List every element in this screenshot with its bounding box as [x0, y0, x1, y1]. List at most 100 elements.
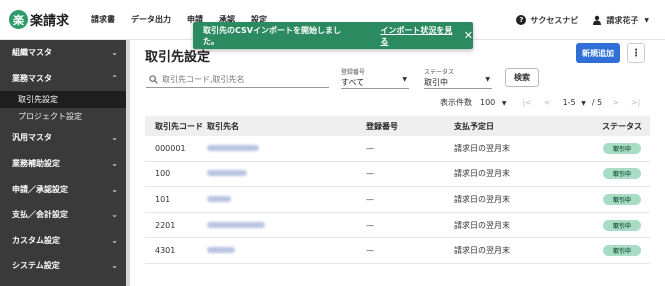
sidebar-item-business-master[interactable]: 業務マスタ ⌃ — [0, 66, 126, 92]
table-row[interactable]: 000001 — 請求日の翌月末 取引中 — [145, 136, 650, 162]
sidebar-item-label: 業務マスタ — [12, 73, 52, 83]
cell-status: 取引中 — [594, 193, 650, 205]
page-range-select[interactable]: 1-5 ▼ — [563, 98, 586, 107]
first-page-icon[interactable]: |< — [522, 98, 531, 107]
sidebar-item-project-settings[interactable]: プロジェクト設定 — [0, 108, 126, 125]
chevron-down-icon: ⌄ — [111, 261, 118, 271]
sidebar-item-label: 汎用マスタ — [12, 133, 52, 143]
status-badge: 取引中 — [603, 142, 641, 154]
user-menu[interactable]: 請求花子 ▼ — [592, 15, 649, 26]
col-header-registration[interactable]: 登録番号 — [366, 121, 454, 132]
select-label: 登録番号 — [341, 69, 366, 76]
col-header-code[interactable]: 取引先コード — [145, 121, 207, 132]
table-row[interactable]: 2201 — 請求日の翌月末 取引中 — [145, 213, 650, 239]
sidebar-item-payment-settings[interactable]: 支払／会計設定 ⌄ — [0, 202, 126, 228]
sidebar-item-label: 申請／承認設定 — [12, 184, 68, 194]
sidebar-item-approval-settings[interactable]: 申請／承認設定 ⌄ — [0, 176, 126, 202]
cell-code: 101 — [155, 194, 171, 204]
redacted-name — [207, 170, 247, 177]
status-badge: 取引中 — [603, 245, 641, 257]
import-status-link[interactable]: インポート状況を見る — [380, 25, 454, 47]
col-header-payment[interactable]: 支払予定日 — [454, 121, 594, 132]
chevron-up-icon: ⌃ — [111, 73, 118, 83]
sidebar-item-general-master[interactable]: 汎用マスタ ⌄ — [0, 125, 126, 151]
sidebar-item-label: 業務補助設定 — [12, 159, 60, 169]
table-row[interactable]: 4301 — 請求日の翌月末 取引中 — [145, 238, 650, 264]
search-input[interactable] — [162, 75, 322, 84]
cell-registration: — — [366, 169, 374, 179]
chevron-down-icon: ▼ — [581, 99, 586, 107]
import-toast: 取引先のCSVインポートを開始しました。 インポート状況を見る ✕ — [193, 22, 473, 49]
search-button[interactable]: 検索 — [505, 68, 539, 87]
more-options-button[interactable]: ⋮ — [627, 43, 645, 63]
sidebar-item-custom-settings[interactable]: カスタム設定 ⌄ — [0, 228, 126, 254]
cell-payment: 請求日の翌月末 — [454, 220, 510, 230]
table-row[interactable]: 100 — 請求日の翌月末 取引中 — [145, 162, 650, 188]
nav-invoices[interactable]: 請求書 — [91, 14, 115, 25]
chevron-down-icon: ▼ — [501, 99, 507, 107]
chevron-down-icon: ▼ — [485, 76, 490, 83]
cell-status: 取引中 — [594, 142, 650, 154]
cell-registration: — — [366, 143, 374, 153]
redacted-name — [207, 144, 259, 151]
select-label: ステータス — [424, 69, 455, 76]
cell-name — [207, 195, 366, 204]
col-header-name[interactable]: 取引先名 — [207, 121, 366, 132]
cell-code: 2201 — [155, 220, 176, 230]
pagination: 表示件数 100 ▼ |< < 1-5 ▼ / 5 > >| — [440, 96, 650, 108]
sidebar-item-org-master[interactable]: 組織マスタ ⌄ — [0, 40, 126, 66]
table-header: 取引先コード 取引先名 登録番号 支払予定日 ステータス — [145, 116, 650, 136]
cell-registration: — — [366, 220, 374, 230]
chevron-down-icon: ▼ — [644, 16, 649, 24]
prev-page-icon[interactable]: < — [544, 98, 551, 107]
help-icon: ? — [516, 15, 527, 25]
chevron-down-icon: ⌄ — [111, 159, 118, 169]
cell-payment: 請求日の翌月末 — [454, 143, 510, 153]
page-total: / 5 — [591, 97, 603, 107]
cell-name — [207, 221, 366, 230]
registration-number-select[interactable]: 登録番号 すべて ▼ — [341, 67, 409, 89]
next-page-icon[interactable]: > — [612, 98, 619, 107]
redacted-name — [207, 247, 235, 254]
user-name: 請求花子 — [606, 15, 639, 25]
redacted-name — [207, 221, 265, 228]
sidebar-item-business-support[interactable]: 業務補助設定 ⌄ — [0, 151, 126, 177]
redacted-name — [207, 195, 231, 202]
last-page-icon[interactable]: >| — [631, 98, 640, 107]
chevron-down-icon: ▼ — [402, 76, 407, 83]
help-link[interactable]: ? サクセスナビ — [516, 15, 578, 26]
select-value: 取引中 — [424, 78, 448, 87]
cell-payment: 請求日の翌月末 — [454, 246, 510, 256]
page-size-value: 100 — [480, 97, 496, 107]
cell-name — [207, 144, 366, 153]
logo-mark-icon: 楽 — [9, 10, 28, 29]
add-new-button[interactable]: 新規追加 — [576, 43, 620, 63]
app-logo[interactable]: 楽 楽請求 — [9, 10, 69, 29]
page-range-value: 1-5 — [562, 97, 576, 107]
status-badge: 取引中 — [603, 219, 641, 231]
cell-payment: 請求日の翌月末 — [454, 169, 510, 179]
page-size-select[interactable]: 100 ▼ — [480, 98, 506, 107]
toast-message: 取引先のCSVインポートを開始しました。 — [203, 25, 341, 46]
col-header-status[interactable]: ステータス — [594, 121, 650, 132]
table-row[interactable]: 101 — 請求日の翌月末 取引中 — [145, 187, 650, 213]
chevron-down-icon: ⌄ — [111, 184, 118, 194]
sidebar-item-system-settings[interactable]: システム設定 ⌄ — [0, 253, 126, 279]
page-size-label: 表示件数 — [440, 97, 472, 107]
sidebar-item-label: 組織マスタ — [12, 48, 52, 58]
status-badge: 取引中 — [603, 193, 641, 205]
sidebar-item-label: 支払／会計設定 — [12, 210, 68, 220]
cell-code: 000001 — [155, 143, 186, 153]
user-icon — [593, 15, 602, 25]
close-icon[interactable]: ✕ — [464, 29, 473, 42]
status-select[interactable]: ステータス 取引中 ▼ — [424, 67, 492, 89]
cell-payment: 請求日の翌月末 — [454, 194, 510, 204]
cell-status: 取引中 — [594, 168, 650, 180]
sidebar-item-label: カスタム設定 — [12, 235, 60, 245]
search-icon — [149, 75, 158, 84]
main-content: 取引先設定 新規追加 ⋮ 登録番号 すべて ▼ ステータス 取引中 ▼ 検索 表… — [130, 40, 665, 286]
chevron-down-icon: ⌄ — [111, 133, 118, 143]
search-field[interactable] — [146, 72, 329, 88]
sidebar-item-client-settings[interactable]: 取引先設定 — [0, 91, 126, 109]
nav-data-export[interactable]: データ出力 — [131, 14, 171, 25]
